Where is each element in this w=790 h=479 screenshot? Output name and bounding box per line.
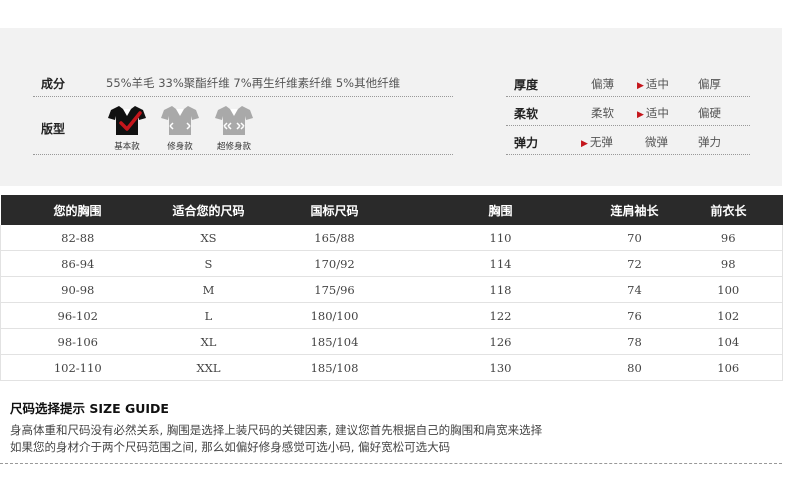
table-cell: 114 [406,250,595,277]
table-cell: 122 [406,302,595,329]
table-cell: 78 [594,328,675,355]
fabric-attributes-panel: 成分 55%羊毛 33%聚酯纤维 7%再生纤维素纤维 5%其他纤维 版型 基本款… [0,28,782,186]
table-cell: 175/96 [262,276,407,303]
header-sleeve-length: 连肩袖长 [594,195,675,225]
table-cell: 86-94 [0,250,155,277]
table-cell: 74 [594,276,675,303]
table-row: 98-106 XL 185/104 126 78 104 [0,328,783,355]
softness-option-medium: ▶ 适中 [637,106,669,120]
fit-caption-basic: 基本款 [114,142,140,152]
header-chest: 胸围 [406,195,595,225]
selected-marker-icon: ▶ [637,81,644,91]
table-cell: 98-106 [0,328,155,355]
fit-option-slim: 修身款 [157,104,203,152]
table-cell: 76 [594,302,675,329]
fit-option-extra-slim: 超修身款 [211,104,257,152]
fit-option-basic: 基本款 [104,104,150,152]
table-cell: 82-88 [0,225,155,251]
divider [33,154,453,155]
softness-option-soft: 柔软 [591,106,614,120]
size-guide-title: 尺码选择提示 SIZE GUIDE [10,401,169,416]
table-cell: 90-98 [0,276,155,303]
basic-fit-shirt-icon [108,106,146,135]
table-cell: 118 [406,276,595,303]
softness-label: 柔软 [514,107,539,121]
header-your-chest: 您的胸围 [0,195,155,225]
table-cell: 80 [594,354,675,381]
table-cell: 96 [674,225,783,251]
size-guide-line: 如果您的身材介于两个尺码范围之间, 那么如偏好修身感觉可选小码, 偏好宽松可选大… [10,440,451,454]
table-cell: 100 [674,276,783,303]
header-your-size: 适合您的尺码 [154,195,263,225]
thickness-option-thick: 偏厚 [698,77,721,91]
table-cell: 130 [406,354,595,381]
divider [506,154,750,155]
table-cell: 165/88 [262,225,407,251]
table-cell: M [154,276,263,303]
thickness-option-thin: 偏薄 [591,77,614,91]
table-cell: 185/104 [262,328,407,355]
table-cell: 72 [594,250,675,277]
slim-fit-shirt-icon [161,106,199,135]
table-cell: S [154,250,263,277]
thickness-option-medium: ▶ 适中 [637,77,669,91]
divider [506,125,750,126]
selected-marker-icon: ▶ [581,139,588,149]
table-cell: 106 [674,354,783,381]
table-cell: 98 [674,250,783,277]
table-cell: L [154,302,263,329]
size-table: 您的胸围 适合您的尺码 国标尺码 胸围 连肩袖长 前衣长 82-88 XS 16… [0,195,783,381]
table-cell: 180/100 [262,302,407,329]
thickness-label: 厚度 [514,78,539,92]
table-row: 90-98 M 175/96 118 74 100 [0,276,783,303]
softness-option-stiff: 偏硬 [698,106,721,120]
table-cell: 102-110 [0,354,155,381]
composition-value: 55%羊毛 33%聚酯纤维 7%再生纤维素纤维 5%其他纤维 [106,76,401,90]
table-cell: XXL [154,354,263,381]
header-front-length: 前衣长 [674,195,783,225]
table-row: 82-88 XS 165/88 110 70 96 [0,225,783,251]
extra-slim-fit-shirt-icon [215,106,253,135]
table-row: 86-94 S 170/92 114 72 98 [0,250,783,277]
fit-caption-extra-slim: 超修身款 [216,142,251,152]
table-row: 96-102 L 180/100 122 76 102 [0,302,783,329]
fit-label: 版型 [41,122,66,136]
bottom-divider [0,463,782,464]
table-cell: 185/108 [262,354,407,381]
divider [506,96,750,97]
size-guide-line: 身高体重和尺码没有必然关系, 胸围是选择上装尺码的关键因素, 建议您首先根据自己… [10,423,543,437]
table-cell: 70 [594,225,675,251]
table-cell: 96-102 [0,302,155,329]
table-header-row: 您的胸围 适合您的尺码 国标尺码 胸围 连肩袖长 前衣长 [0,195,783,225]
table-cell: 104 [674,328,783,355]
elasticity-label: 弹力 [514,136,539,150]
elasticity-option-none: ▶ 无弹 [581,135,613,149]
table-row: 102-110 XXL 185/108 130 80 106 [0,354,783,381]
table-cell: 126 [406,328,595,355]
table-cell: 110 [406,225,595,251]
composition-label: 成分 [41,77,66,91]
elasticity-option-slight: 微弹 [645,135,668,149]
divider [33,96,453,97]
table-cell: 102 [674,302,783,329]
table-cell: 170/92 [262,250,407,277]
table-cell: XL [154,328,263,355]
elasticity-option-stretch: 弹力 [698,135,721,149]
header-national-size: 国标尺码 [262,195,407,225]
fit-caption-slim: 修身款 [167,142,193,152]
table-cell: XS [154,225,263,251]
selected-marker-icon: ▶ [637,110,644,120]
